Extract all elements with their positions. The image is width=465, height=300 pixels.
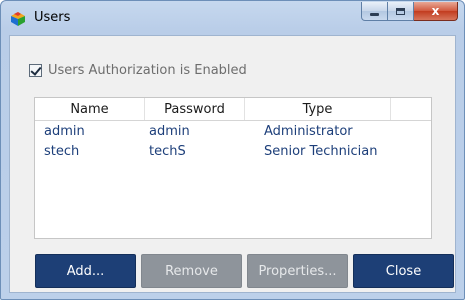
minimize-button[interactable] — [361, 2, 388, 21]
title-bar[interactable]: Users x — [1, 1, 464, 35]
column-password[interactable]: Password — [145, 98, 245, 120]
cell-name: stech — [44, 144, 80, 159]
properties-button[interactable]: Properties... — [247, 254, 348, 288]
maximize-button[interactable] — [388, 2, 414, 21]
close-icon: x — [431, 4, 440, 18]
authorization-option[interactable]: Users Authorization is Enabled — [29, 63, 247, 78]
remove-button[interactable]: Remove — [141, 254, 242, 288]
column-type[interactable]: Type — [245, 98, 391, 120]
column-name[interactable]: Name — [35, 98, 145, 120]
cell-password: admin — [149, 124, 190, 139]
caption-buttons: x — [361, 2, 458, 22]
cell-name: admin — [44, 124, 85, 139]
add-button[interactable]: Add... — [35, 254, 136, 288]
table-row[interactable]: admin admin Administrator — [35, 122, 431, 142]
authorization-checkbox[interactable] — [29, 64, 42, 77]
column-filler — [391, 98, 431, 120]
cell-type: Administrator — [264, 124, 353, 139]
list-header: Name Password Type — [35, 98, 431, 121]
cell-password: techS — [149, 144, 186, 159]
close-button[interactable]: Close — [353, 254, 454, 288]
users-list[interactable]: Name Password Type admin admin Administr… — [34, 97, 432, 239]
close-window-button[interactable]: x — [414, 2, 458, 21]
minimize-icon — [370, 12, 379, 16]
maximize-icon — [396, 7, 405, 15]
window-title: Users — [34, 10, 71, 25]
users-window: Users x Users Authorization is Enabled N… — [0, 0, 465, 300]
app-icon — [11, 12, 25, 26]
cell-type: Senior Technician — [264, 144, 378, 159]
dialog-body: Users Authorization is Enabled Name Pass… — [9, 35, 456, 293]
table-row[interactable]: stech techS Senior Technician — [35, 142, 431, 162]
authorization-label: Users Authorization is Enabled — [48, 63, 247, 78]
